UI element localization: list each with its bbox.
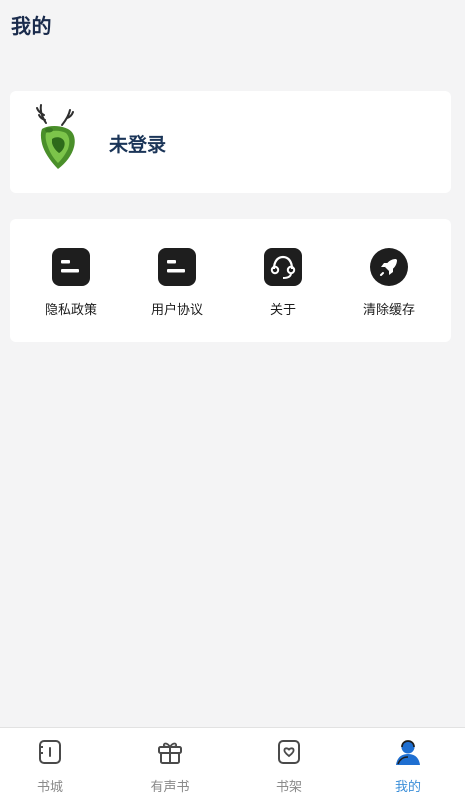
profile-card[interactable]: 未登录 (10, 91, 451, 193)
menu-item-privacy-policy[interactable]: 隐私政策 (21, 219, 121, 342)
menu-item-clear-cache[interactable]: 清除缓存 (339, 219, 439, 342)
menu-label: 清除缓存 (362, 303, 415, 318)
rocket-icon (370, 248, 408, 286)
tab-label: 有声书 (150, 780, 190, 795)
menu-label: 关于 (269, 303, 296, 318)
bookstore-icon (39, 740, 61, 764)
tab-label: 书架 (275, 780, 302, 795)
menu-item-about[interactable]: 关于 (233, 219, 333, 342)
menu-label: 用户协议 (150, 303, 203, 318)
user-icon (396, 740, 420, 765)
tab-bookstore[interactable]: 书城 (0, 728, 108, 801)
menu-label: 隐私政策 (44, 303, 97, 318)
tab-me[interactable]: 我的 (350, 728, 465, 801)
tab-audiobooks[interactable]: 有声书 (112, 728, 228, 801)
tab-label: 书城 (36, 780, 63, 795)
tab-label: 我的 (394, 780, 421, 795)
document-icon (52, 248, 90, 286)
menu-item-user-agreement[interactable]: 用户协议 (127, 219, 227, 342)
bookshelf-icon (278, 740, 300, 764)
login-status-label[interactable]: 未登录 (109, 130, 166, 157)
deer-logo-icon (36, 104, 75, 169)
tab-bookshelf[interactable]: 书架 (231, 728, 347, 801)
page-title: 我的 (11, 14, 52, 38)
document-icon (158, 248, 196, 286)
headset-icon (264, 248, 302, 286)
bottom-tab-bar: 书城 有声书 书架 我的 (0, 727, 465, 801)
gift-icon (158, 742, 182, 764)
menu-card: 隐私政策 用户协议 关于 清除缓存 (10, 219, 451, 342)
